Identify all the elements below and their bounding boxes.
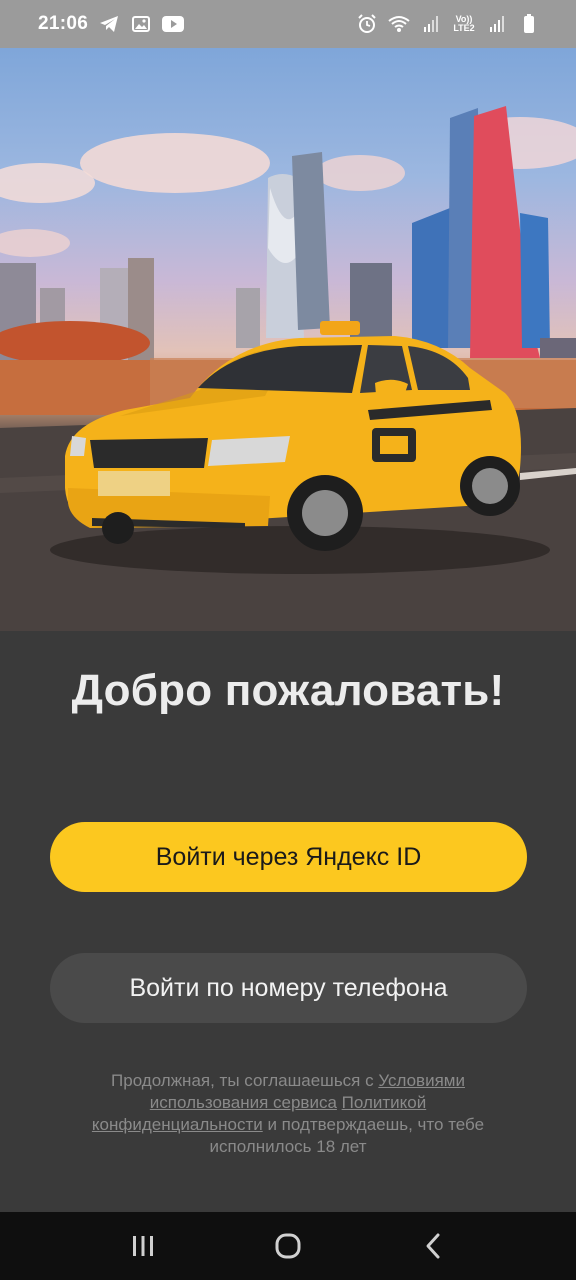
lte-icon: Vo)) LTE2: [452, 13, 476, 35]
app-screen: 21:06 Vo)) LTE2 Добро пожаловать! Войти …: [0, 0, 576, 1280]
status-bar: 21:06 Vo)) LTE2: [0, 0, 576, 48]
alarm-icon: [356, 13, 378, 35]
status-bar-right: Vo)) LTE2: [356, 13, 540, 35]
phone-login-button[interactable]: Войти по номеру телефона: [50, 953, 527, 1023]
back-icon[interactable]: [403, 1221, 463, 1271]
welcome-title: Добро пожаловать!: [71, 666, 505, 715]
youtube-icon: [162, 13, 185, 35]
signal-icon: [420, 13, 442, 35]
signal-icon: [486, 13, 508, 35]
status-time: 21:06: [38, 13, 89, 34]
terms-text: Продолжная, ты соглашаешься с Условиями …: [80, 1070, 496, 1158]
battery-icon: [518, 13, 540, 35]
telegram-icon: [98, 13, 120, 35]
home-icon[interactable]: [258, 1221, 318, 1271]
wifi-icon: [388, 13, 410, 35]
status-bar-left: 21:06: [38, 13, 185, 35]
lte-label-bottom: LTE2: [453, 23, 475, 33]
hero-taxi-image: [0, 48, 576, 631]
image-icon: [130, 13, 152, 35]
terms-prefix: Продолжная, ты соглашаешься с: [111, 1071, 379, 1090]
system-navigation-bar: [0, 1212, 576, 1280]
recent-apps-icon[interactable]: [113, 1221, 173, 1271]
yandex-id-login-button[interactable]: Войти через Яндекс ID: [50, 822, 527, 892]
taxi-city-illustration: [0, 106, 576, 631]
